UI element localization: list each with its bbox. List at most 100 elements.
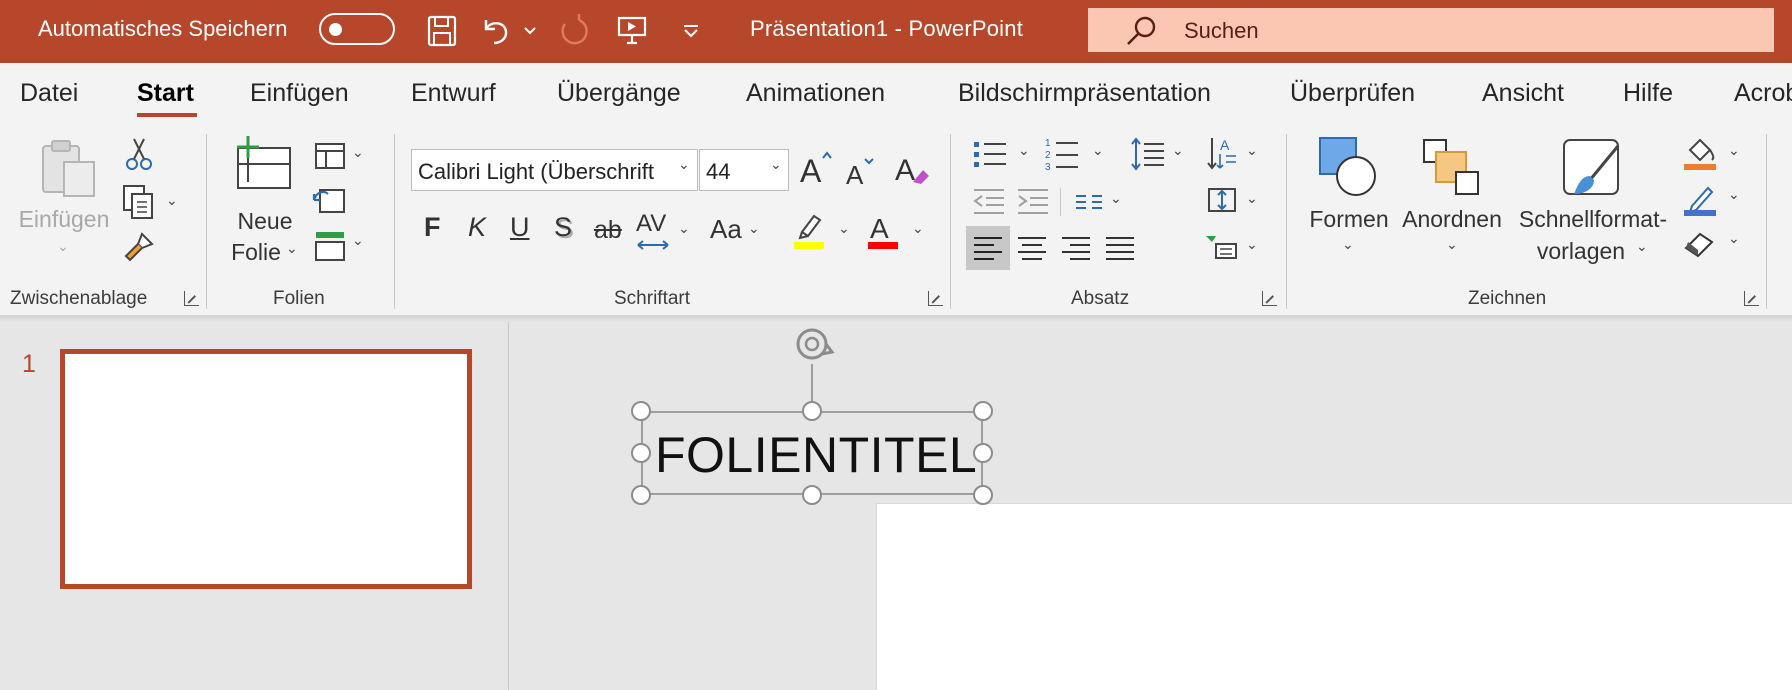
align-center-icon[interactable]	[1010, 226, 1054, 275]
resize-handle[interactable]	[802, 401, 822, 421]
shapes-chevron-icon[interactable]: ⌄	[1342, 236, 1354, 253]
align-text-chevron-icon[interactable]: ⌄	[1246, 190, 1258, 207]
shape-outline-icon[interactable]	[1682, 182, 1718, 223]
tab-acrobat[interactable]: Acrob	[1734, 79, 1792, 108]
save-icon[interactable]	[422, 12, 462, 50]
highlight-chevron-icon[interactable]: ⌄	[838, 220, 850, 237]
paste-chevron-icon[interactable]: ⌄	[57, 238, 69, 255]
numbering-icon[interactable]: 123	[1044, 136, 1080, 177]
shrink-font-icon[interactable]: A	[844, 152, 878, 193]
align-right-icon[interactable]	[1054, 226, 1098, 275]
shape-fill-chevron-icon[interactable]: ⌄	[1728, 142, 1740, 159]
convert-smartart-icon[interactable]	[1204, 232, 1240, 267]
shadow-button[interactable]: S	[554, 212, 572, 243]
new-slide-label-2[interactable]: Folie	[216, 237, 296, 268]
smartart-chevron-icon[interactable]: ⌄	[1246, 236, 1258, 253]
arrange-chevron-icon[interactable]: ⌄	[1446, 236, 1458, 253]
bullets-icon[interactable]	[972, 138, 1008, 175]
shapes-icon[interactable]	[1318, 136, 1378, 203]
quick-styles-label-2[interactable]: vorlagen	[1516, 236, 1646, 267]
underline-button[interactable]: U	[510, 212, 530, 243]
resize-handle[interactable]	[631, 443, 651, 463]
section-icon[interactable]	[314, 230, 346, 267]
resize-handle[interactable]	[631, 401, 651, 421]
text-direction-chevron-icon[interactable]: ⌄	[1246, 142, 1258, 159]
slide-thumbnail[interactable]	[60, 349, 472, 589]
font-launcher-icon[interactable]	[928, 291, 943, 306]
slide-canvas[interactable]	[876, 503, 1792, 690]
customize-toolbar-icon[interactable]	[676, 12, 706, 50]
clipboard-launcher-icon[interactable]	[184, 291, 199, 306]
align-left-icon[interactable]	[966, 226, 1010, 270]
format-painter-icon[interactable]	[122, 230, 156, 269]
line-spacing-chevron-icon[interactable]: ⌄	[1172, 142, 1184, 159]
font-color-chevron-icon[interactable]: ⌄	[912, 220, 924, 237]
highlight-icon[interactable]	[792, 210, 826, 255]
change-case-button[interactable]: Aa	[710, 214, 742, 245]
layout-icon[interactable]	[314, 142, 346, 175]
bold-button[interactable]: F	[424, 212, 441, 243]
italic-button[interactable]: K	[468, 212, 486, 243]
start-presentation-icon[interactable]	[612, 12, 652, 50]
tab-ueberpruefen[interactable]: Überprüfen	[1290, 79, 1415, 108]
quick-styles-icon[interactable]	[1560, 136, 1626, 207]
drawing-launcher-icon[interactable]	[1744, 291, 1759, 306]
quick-styles-label-1[interactable]: Schnellformat-	[1510, 204, 1676, 235]
tab-entwurf[interactable]: Entwurf	[411, 79, 496, 108]
character-spacing-button[interactable]: AV	[636, 210, 666, 238]
justify-icon[interactable]	[1098, 226, 1142, 275]
shape-effects-chevron-icon[interactable]: ⌄	[1728, 230, 1740, 247]
new-slide-label-1[interactable]: Neue	[222, 206, 308, 237]
redo-icon[interactable]	[554, 12, 594, 50]
clear-formatting-icon[interactable]: A	[893, 148, 931, 193]
undo-dropdown-chevron-icon[interactable]	[520, 12, 540, 50]
shape-fill-icon[interactable]	[1682, 136, 1718, 177]
rotate-handle-icon[interactable]	[790, 324, 840, 371]
undo-icon[interactable]	[478, 12, 514, 50]
title-placeholder[interactable]: FOLIENTITEL	[641, 411, 983, 495]
title-placeholder-text[interactable]: FOLIENTITEL	[655, 426, 977, 484]
tab-bildschirmpraesentation[interactable]: Bildschirmpräsentation	[958, 79, 1211, 108]
autosave-toggle[interactable]	[319, 13, 395, 45]
copy-chevron-icon[interactable]: ⌄	[166, 192, 178, 209]
tab-uebergaenge[interactable]: Übergänge	[557, 79, 681, 108]
shape-effects-icon[interactable]	[1682, 228, 1718, 263]
font-name-chevron-icon[interactable]: ⌄	[678, 156, 690, 173]
spacing-chevron-icon[interactable]: ⌄	[678, 220, 690, 237]
columns-icon[interactable]	[1074, 190, 1104, 219]
tab-einfuegen[interactable]: Einfügen	[250, 79, 349, 108]
layout-chevron-icon[interactable]: ⌄	[352, 144, 364, 161]
font-color-icon[interactable]: A	[866, 210, 900, 255]
resize-handle[interactable]	[973, 485, 993, 505]
paste-label[interactable]: Einfügen	[14, 204, 114, 235]
font-name-select[interactable]: Calibri Light (Überschrift	[411, 149, 698, 191]
cut-icon[interactable]	[124, 136, 154, 177]
align-text-icon[interactable]	[1206, 184, 1238, 221]
grow-font-icon[interactable]: A	[798, 148, 834, 193]
shape-outline-chevron-icon[interactable]: ⌄	[1728, 186, 1740, 203]
tab-datei[interactable]: Datei	[20, 79, 78, 108]
strikethrough-button[interactable]: ab	[594, 216, 622, 245]
arrange-icon[interactable]	[1422, 138, 1480, 201]
decrease-indent-icon[interactable]	[972, 186, 1006, 221]
font-size-chevron-icon[interactable]: ⌄	[770, 156, 782, 173]
line-spacing-icon[interactable]	[1130, 136, 1166, 177]
resize-handle[interactable]	[631, 485, 651, 505]
tab-ansicht[interactable]: Ansicht	[1482, 79, 1564, 108]
resize-handle[interactable]	[802, 485, 822, 505]
tab-start[interactable]: Start	[137, 79, 194, 108]
tab-hilfe[interactable]: Hilfe	[1623, 79, 1673, 108]
tab-animationen[interactable]: Animationen	[746, 79, 885, 108]
increase-indent-icon[interactable]	[1016, 186, 1050, 221]
new-slide-icon[interactable]	[234, 136, 294, 197]
shapes-label[interactable]: Formen	[1304, 204, 1394, 235]
paragraph-launcher-icon[interactable]	[1262, 291, 1277, 306]
paste-icon[interactable]	[40, 138, 98, 205]
columns-chevron-icon[interactable]: ⌄	[1110, 190, 1122, 207]
new-slide-chevron-icon[interactable]: ⌄	[286, 240, 298, 257]
copy-icon[interactable]	[122, 184, 156, 225]
resize-handle[interactable]	[973, 443, 993, 463]
case-chevron-icon[interactable]: ⌄	[748, 220, 760, 237]
section-chevron-icon[interactable]: ⌄	[352, 232, 364, 249]
text-direction-icon[interactable]: A	[1206, 134, 1238, 177]
